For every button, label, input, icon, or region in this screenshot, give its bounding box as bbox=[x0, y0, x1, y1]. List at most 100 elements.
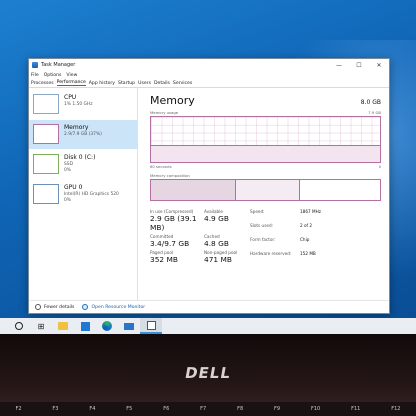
sidebar-item-memory[interactable]: Memory 2.9/7.9 GB (37%) bbox=[29, 120, 137, 149]
maximize-button[interactable]: ☐ bbox=[349, 59, 369, 71]
cpu-mini-graph bbox=[33, 94, 59, 114]
task-manager-taskbar-button[interactable] bbox=[140, 318, 162, 334]
menu-view[interactable]: View bbox=[66, 73, 77, 78]
cpu-summary: CPU 1% 1.50 GHz bbox=[64, 94, 93, 108]
memory-summary: Memory 2.9/7.9 GB (37%) bbox=[64, 124, 102, 138]
task-manager-icon bbox=[146, 320, 156, 330]
minimize-button[interactable]: — bbox=[329, 59, 349, 71]
dell-logo: DELL bbox=[183, 364, 233, 382]
taskbar-search-button[interactable] bbox=[8, 318, 30, 334]
close-button[interactable]: ✕ bbox=[369, 59, 389, 71]
tab-details[interactable]: Details bbox=[154, 81, 170, 86]
memory-stats-primary: In use (Compressed) 2.9 GB (39.1 MB) Ava… bbox=[150, 209, 250, 264]
fkey: F4 bbox=[89, 406, 96, 412]
usage-label-row: Memory usage 7.9 GB bbox=[150, 110, 381, 115]
memory-total: 8.0 GB bbox=[360, 99, 381, 106]
detail-value: 2 of 2 bbox=[300, 223, 313, 229]
memory-detail-pane: Memory 8.0 GB Memory usage 7.9 GB 60 sec… bbox=[138, 88, 389, 300]
menu-bar: File Options View bbox=[29, 71, 389, 79]
fkey: F2 bbox=[15, 406, 22, 412]
resource-sidebar: CPU 1% 1.50 GHz Memory 2.9/7.9 GB (37%) … bbox=[29, 88, 138, 300]
fkey: F7 bbox=[200, 406, 207, 412]
fkey: F8 bbox=[237, 406, 244, 412]
detail-label: Slots used: bbox=[250, 223, 274, 229]
window-title: Task Manager bbox=[41, 62, 76, 68]
sidebar-item-label: CPU bbox=[64, 94, 77, 101]
detail-value: Chip bbox=[300, 237, 310, 243]
window-footer: Fewer details Open Resource Monitor bbox=[29, 300, 389, 313]
laptop-bezel: DELL F2 F3 F4 F5 F6 F7 F8 F9 F10 F11 F12 bbox=[0, 334, 416, 416]
stat-value: 352 MB bbox=[150, 255, 178, 264]
sidebar-item-cpu[interactable]: CPU 1% 1.50 GHz bbox=[29, 90, 137, 119]
sidebar-item-label: Memory bbox=[64, 124, 89, 131]
detail-value: 152 MB bbox=[300, 251, 316, 257]
tab-strip: Processes Performance App history Startu… bbox=[29, 79, 389, 88]
stat-paged-pool: Paged pool 352 MB bbox=[150, 250, 204, 264]
cpu-usage-text: 1% 1.50 GHz bbox=[64, 102, 93, 107]
composition-free bbox=[299, 180, 380, 200]
sidebar-item-disk[interactable]: Disk 0 (C:) SSD 0% bbox=[29, 150, 137, 179]
folder-icon bbox=[58, 322, 68, 330]
gpu-summary: GPU 0 Intel(R) HD Graphics 520 0% bbox=[64, 184, 119, 204]
sidebar-item-label: Disk 0 (C:) bbox=[64, 154, 96, 161]
disk-usage-text: 0% bbox=[64, 168, 71, 173]
tab-processes[interactable]: Processes bbox=[31, 81, 54, 86]
open-resource-monitor-link[interactable]: Open Resource Monitor bbox=[82, 304, 145, 310]
sidebar-item-gpu[interactable]: GPU 0 Intel(R) HD Graphics 520 0% bbox=[29, 180, 137, 209]
gpu-usage-text: 0% bbox=[64, 198, 71, 203]
edge-browser-icon bbox=[102, 321, 112, 331]
function-key-row: F2 F3 F4 F5 F6 F7 F8 F9 F10 F11 F12 bbox=[0, 402, 416, 416]
title-bar[interactable]: Task Manager — ☐ ✕ bbox=[29, 59, 389, 71]
memory-usage-graph bbox=[150, 116, 381, 163]
file-explorer-button[interactable] bbox=[52, 318, 74, 334]
edge-button[interactable] bbox=[96, 318, 118, 334]
gpu-mini-graph bbox=[33, 184, 59, 204]
graph-axis-row: 60 seconds 0 bbox=[150, 164, 381, 169]
detail-label: Hardware reserved: bbox=[250, 251, 292, 257]
performance-panel: CPU 1% 1.50 GHz Memory 2.9/7.9 GB (37%) … bbox=[29, 88, 389, 300]
stat-non-paged-pool: Non-paged pool 471 MB bbox=[204, 250, 250, 264]
search-icon bbox=[15, 322, 23, 330]
stat-available: Available 4.9 GB bbox=[204, 209, 250, 232]
memory-composition-bar bbox=[150, 179, 381, 201]
memory-usage-max: 7.9 GB bbox=[368, 110, 381, 115]
fkey: F12 bbox=[391, 406, 401, 412]
menu-file[interactable]: File bbox=[31, 73, 39, 78]
fkey: F5 bbox=[126, 406, 133, 412]
stat-value: 471 MB bbox=[204, 255, 232, 264]
tab-performance[interactable]: Performance bbox=[56, 80, 86, 86]
tab-users[interactable]: Users bbox=[138, 81, 151, 86]
tab-app-history[interactable]: App history bbox=[89, 81, 115, 86]
menu-options[interactable]: Options bbox=[44, 73, 62, 78]
detail-label: Form factor: bbox=[250, 237, 276, 243]
task-view-button[interactable]: ⊞ bbox=[30, 318, 52, 334]
chevron-up-icon bbox=[35, 304, 41, 310]
store-icon bbox=[80, 321, 90, 331]
mail-button[interactable] bbox=[118, 318, 140, 334]
stat-value: 3.4/9.7 GB bbox=[150, 239, 190, 248]
memory-mini-graph bbox=[33, 124, 59, 144]
fkey: F3 bbox=[52, 406, 59, 412]
stat-value: 4.9 GB bbox=[204, 214, 229, 223]
store-button[interactable] bbox=[74, 318, 96, 334]
stat-cached: Cached 4.8 GB bbox=[204, 234, 250, 248]
memory-stats: In use (Compressed) 2.9 GB (39.1 MB) Ava… bbox=[150, 209, 381, 264]
task-view-icon: ⊞ bbox=[37, 321, 45, 331]
composition-standby bbox=[235, 180, 300, 200]
tab-services[interactable]: Services bbox=[173, 81, 192, 86]
taskbar: ⊞ bbox=[0, 318, 416, 334]
fewer-details-button[interactable]: Fewer details bbox=[35, 304, 74, 310]
detail-value: 1867 MHz bbox=[300, 209, 321, 214]
memory-hardware-details: Speed: 1867 MHz Slots used: 2 of 2 Form … bbox=[250, 209, 381, 264]
memory-usage-fill bbox=[151, 145, 380, 162]
memory-composition-label: Memory composition bbox=[150, 173, 190, 178]
tab-startup[interactable]: Startup bbox=[118, 81, 135, 86]
fkey: F10 bbox=[310, 406, 321, 412]
task-manager-window: Task Manager — ☐ ✕ File Options View Pro… bbox=[28, 58, 390, 314]
fkey: F11 bbox=[351, 406, 361, 412]
resource-monitor-icon bbox=[82, 304, 89, 310]
stat-committed: Committed 3.4/9.7 GB bbox=[150, 234, 204, 248]
sidebar-item-label: GPU 0 bbox=[64, 184, 83, 191]
composition-in-use bbox=[151, 180, 236, 200]
axis-right-label: 0 bbox=[378, 164, 381, 169]
